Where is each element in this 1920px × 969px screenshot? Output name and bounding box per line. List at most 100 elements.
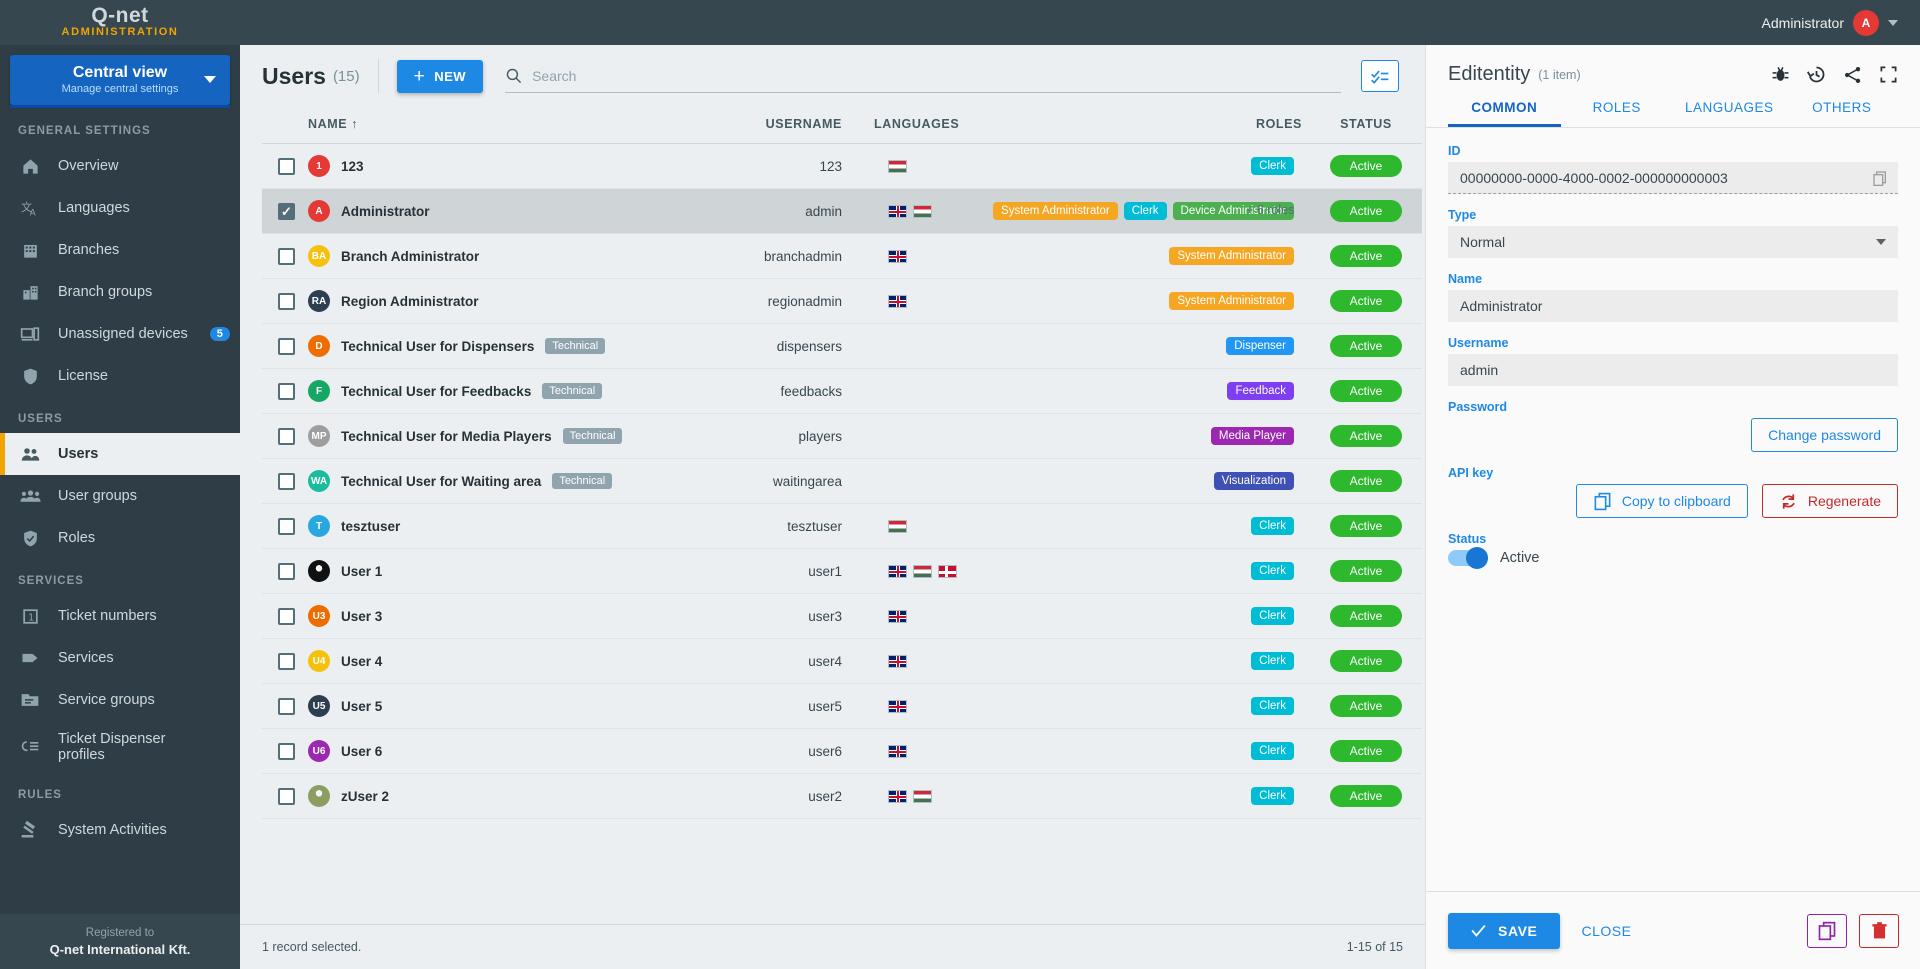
tab-others[interactable]: OTHERS <box>1786 100 1899 127</box>
username-field-group: Username admin <box>1448 336 1898 386</box>
sidebar-item-branch-groups[interactable]: Branch groups <box>0 271 240 313</box>
logo-subtitle: ADMINISTRATION <box>61 26 179 38</box>
trash-icon[interactable] <box>1859 913 1899 948</box>
row-status-cell: Active <box>1310 324 1422 369</box>
table-row[interactable]: U3 User 3 user3 Clerk Active <box>262 594 1422 639</box>
search-box[interactable] <box>505 59 1341 93</box>
table-row[interactable]: U6 User 6 user6 Clerk Active <box>262 729 1422 774</box>
row-languages-cell <box>860 189 1010 234</box>
sidebar-item-unassigned-devices[interactable]: Unassigned devices 5 <box>0 313 240 355</box>
table-row[interactable]: zUser 2 user2 Clerk Active <box>262 774 1422 819</box>
column-status[interactable]: STATUS <box>1310 107 1422 144</box>
column-username[interactable]: USERNAME <box>660 107 860 144</box>
table-row[interactable]: F Technical User for Feedbacks Technical fe… <box>262 369 1422 414</box>
user-menu[interactable]: Administrator A <box>1762 9 1920 36</box>
change-password-button[interactable]: Change password <box>1751 418 1898 452</box>
table-row[interactable]: User 1 user1 Clerk Active <box>262 549 1422 594</box>
column-roles[interactable]: ROLES <box>1010 107 1310 144</box>
type-select[interactable]: Normal <box>1448 226 1898 258</box>
table-row[interactable]: BA Branch Administrator branchadmin System … <box>262 234 1422 279</box>
table-row[interactable]: RA Region Administrator regionadmin System … <box>262 279 1422 324</box>
regenerate-label: Regenerate <box>1807 493 1881 509</box>
row-checkbox[interactable] <box>278 607 295 625</box>
row-checkbox[interactable] <box>278 157 295 175</box>
name-field[interactable]: Administrator <box>1448 290 1898 322</box>
row-name: User 6 <box>341 743 383 759</box>
row-checkbox[interactable] <box>278 472 295 490</box>
row-checkbox[interactable] <box>278 652 295 670</box>
regenerate-button[interactable]: Regenerate <box>1761 484 1898 518</box>
row-checkbox[interactable] <box>278 337 295 355</box>
role-badge: Clerk <box>1251 697 1294 715</box>
row-status-cell: Active <box>1310 729 1422 774</box>
panel-footer: SAVE CLOSE <box>1426 891 1920 969</box>
users-icon <box>18 444 42 465</box>
sidebar-item-languages[interactable]: 文 A Languages <box>0 187 240 229</box>
row-checkbox[interactable] <box>278 787 295 805</box>
users-table-container: NAME ↑ USERNAME LANGUAGES ROLES STATUS 1… <box>262 107 1422 819</box>
table-row[interactable]: U4 User 4 user4 Clerk Active <box>262 639 1422 684</box>
tab-languages[interactable]: LANGUAGES <box>1673 100 1786 127</box>
status-badge: Active <box>1329 380 1403 402</box>
username-field[interactable]: admin <box>1448 354 1898 386</box>
row-checkbox[interactable] <box>278 427 295 445</box>
add-user-button[interactable]: + NEW <box>396 59 484 93</box>
sidebar-item-user-groups[interactable]: User groups <box>0 475 240 517</box>
sidebar-item-label: Ticket numbers <box>58 608 157 624</box>
sidebar-item-overview[interactable]: Overview <box>0 145 240 187</box>
save-button[interactable]: SAVE <box>1448 912 1560 949</box>
sidebar-item-service-groups[interactable]: Service groups <box>0 679 240 721</box>
copy-icon[interactable] <box>1872 170 1888 189</box>
sidebar-item-users[interactable]: Users <box>0 433 240 475</box>
row-checkbox[interactable] <box>278 742 295 760</box>
table-row[interactable]: A Administrator admin System Administrator C… <box>262 188 1422 234</box>
sidebar-item-branches[interactable]: Branches <box>0 229 240 271</box>
users-table: NAME ↑ USERNAME LANGUAGES ROLES STATUS 1… <box>262 107 1422 819</box>
status-toggle-label: Active <box>1500 550 1540 566</box>
select-all-toggle-button[interactable] <box>1361 60 1399 92</box>
row-checkbox-cell <box>262 594 308 639</box>
sidebar-nav: GENERAL SETTINGS Overview 文 A Languages Branc… <box>0 109 240 851</box>
duplicate-icon[interactable] <box>1807 913 1847 948</box>
fullscreen-icon[interactable] <box>1879 65 1898 84</box>
table-row[interactable]: D Technical User for Dispensers Technical d… <box>262 324 1422 369</box>
central-view-selector[interactable]: Central view Manage central settings <box>10 55 230 108</box>
table-row[interactable]: WA Technical User for Waiting area Technic… <box>262 459 1422 504</box>
sidebar-item-ticket-numbers[interactable]: 1 Ticket numbers <box>0 595 240 637</box>
column-name[interactable]: NAME ↑ <box>308 107 660 144</box>
password-field-group: Password Change password <box>1448 400 1898 452</box>
table-row[interactable]: U5 User 5 user5 Clerk Active <box>262 684 1422 729</box>
table-row[interactable]: 1 123 123 Clerk Active <box>262 144 1422 189</box>
sidebar-item-services[interactable]: Services <box>0 637 240 679</box>
building-icon <box>18 241 42 260</box>
status-label: Status <box>1448 532 1487 546</box>
row-checkbox[interactable] <box>278 697 295 715</box>
id-field[interactable]: 00000000-0000-4000-0002-000000000003 <box>1448 162 1898 194</box>
copy-to-clipboard-button[interactable]: Copy to clipboard <box>1575 484 1748 518</box>
table-row[interactable]: Ttesztuser tesztuser Clerk Active <box>262 504 1422 549</box>
row-checkbox[interactable] <box>278 382 295 400</box>
bug-icon[interactable] <box>1771 65 1790 84</box>
row-checkbox[interactable] <box>278 202 295 220</box>
sidebar-item-system-activities[interactable]: System Activities <box>0 809 240 851</box>
sidebar-item-license[interactable]: License <box>0 355 240 397</box>
row-checkbox[interactable] <box>278 292 295 310</box>
tab-common[interactable]: COMMON <box>1448 100 1561 127</box>
tag-icon <box>18 648 42 668</box>
row-checkbox[interactable] <box>278 562 295 580</box>
history-icon[interactable] <box>1806 64 1827 85</box>
content-header: Users (15) + NEW <box>240 45 1425 107</box>
sidebar-item-roles[interactable]: Roles <box>0 517 240 559</box>
search-input[interactable] <box>532 67 1341 84</box>
column-languages[interactable]: LANGUAGES <box>860 107 1010 144</box>
chevron-down-icon <box>204 76 216 83</box>
status-toggle[interactable] <box>1448 547 1488 569</box>
tab-roles[interactable]: ROLES <box>1561 100 1674 127</box>
close-button[interactable]: CLOSE <box>1582 923 1632 939</box>
row-checkbox[interactable] <box>278 247 295 265</box>
table-row[interactable]: MP Technical User for Media Players Techni… <box>262 414 1422 459</box>
flag-gb-icon <box>888 249 907 263</box>
sidebar-item-ticket-dispenser-profiles[interactable]: Ticket Dispenser profiles <box>0 721 240 773</box>
row-checkbox[interactable] <box>278 517 295 535</box>
share-icon[interactable] <box>1843 65 1863 85</box>
